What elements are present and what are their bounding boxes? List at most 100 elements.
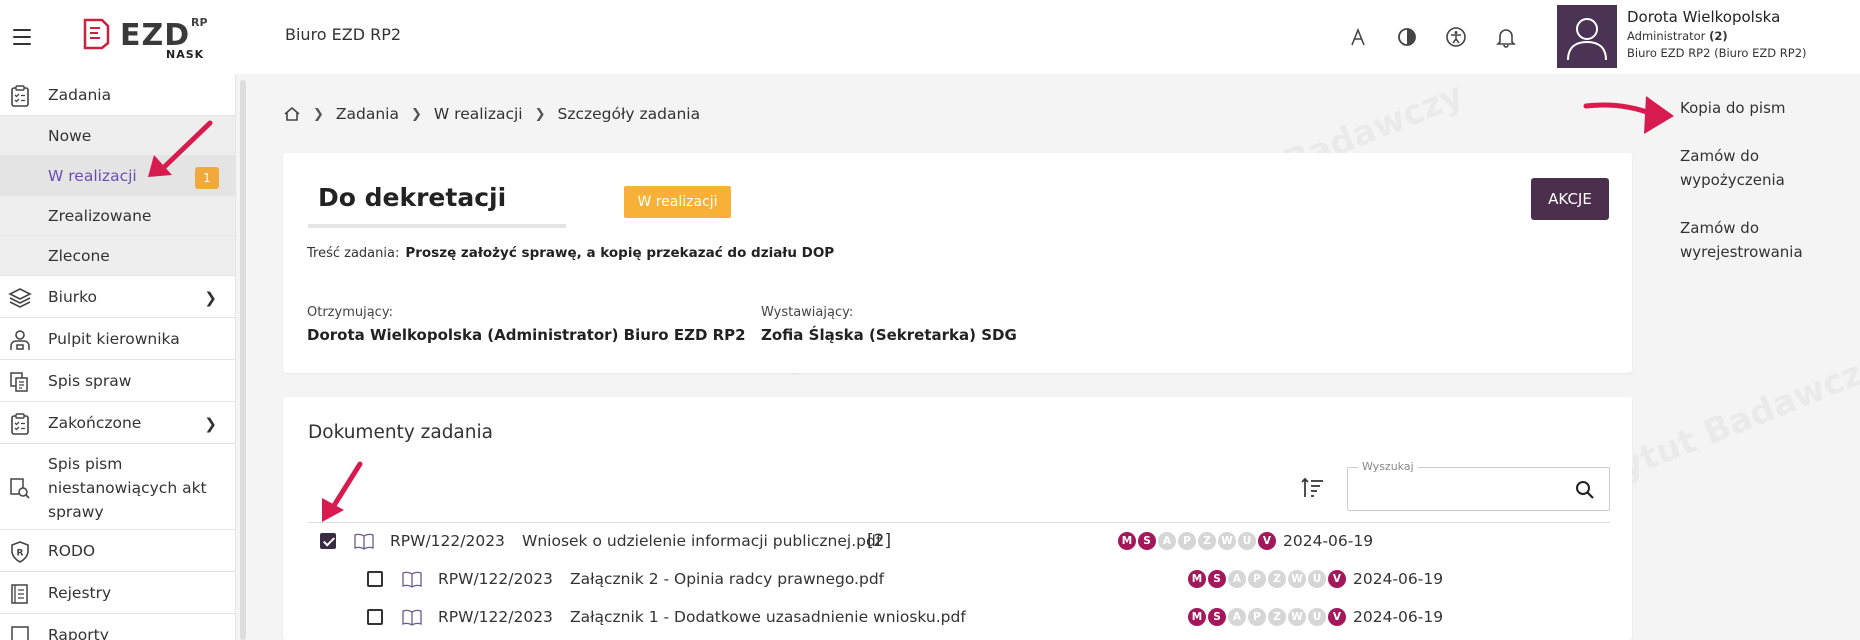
breadcrumb-zadania[interactable]: Zadania [336, 105, 399, 123]
layers-icon [8, 288, 32, 308]
search-input[interactable] [1356, 476, 1566, 502]
chevron-right-icon: ❯ [204, 415, 217, 433]
sidebar-subitem-w-realizacji[interactable]: W realizacji 1 [0, 156, 235, 196]
marker-m: M [1188, 608, 1206, 626]
row-checkbox[interactable] [367, 609, 383, 625]
marker-u: U [1238, 532, 1256, 550]
marker-s: S [1208, 608, 1226, 626]
document-count: [2] [867, 531, 892, 551]
row-checkbox[interactable] [367, 571, 383, 587]
hamburger-menu-icon[interactable] [10, 26, 34, 48]
sidebar-item-raporty[interactable]: Raporty [0, 614, 235, 640]
search-field[interactable]: Wyszukaj [1347, 460, 1610, 511]
marker-a: A [1228, 570, 1246, 588]
sidebar-item-label: Zadania [48, 85, 112, 104]
marker-u: U [1308, 570, 1326, 588]
document-search-icon [10, 478, 30, 499]
marker-v: V [1328, 570, 1346, 588]
marker-m: M [1188, 570, 1206, 588]
home-icon[interactable] [283, 105, 301, 123]
manager-icon [10, 330, 30, 350]
task-title: Do dekretacji [318, 183, 507, 212]
chevron-right-icon: ❯ [204, 289, 217, 307]
marker-a: A [1158, 532, 1176, 550]
document-row[interactable]: RPW/122/2023 Załącznik 2 - Opinia radcy … [283, 563, 1632, 595]
copy-to-letters-link[interactable]: Kopia do pism [1680, 96, 1850, 120]
breadcrumb: ❯ Zadania ❯ W realizacji ❯ Szczegóły zad… [283, 105, 700, 123]
document-signature: RPW/122/2023 [390, 532, 505, 550]
sidebar-item-rodo[interactable]: R RODO [0, 530, 235, 572]
document-name[interactable]: Załącznik 1 - Dodatkowe uzasadnienie wni… [570, 608, 966, 626]
recipient-value: Dorota Wielkopolska (Administrator) Biur… [307, 326, 746, 344]
document-row[interactable]: RPW/122/2023 Wniosek o udzielenie inform… [283, 525, 1632, 557]
user-office: Biuro EZD RP2 (Biuro EZD RP2) [1627, 46, 1807, 60]
bell-icon[interactable] [1493, 24, 1519, 50]
document-date: 2024-06-19 [1353, 608, 1444, 626]
top-header: EZD RP NASK Biuro EZD RP2 Dorota Wielkop… [0, 0, 1860, 74]
sidebar-item-rejestry[interactable]: Rejestry [0, 572, 235, 614]
user-menu[interactable]: Dorota Wielkopolska Administrator (2) Bi… [1557, 5, 1859, 68]
order-loan-link[interactable]: Zamów do wypożyczenia [1680, 144, 1850, 192]
sidebar-subitem-zrealizowane[interactable]: Zrealizowane [0, 196, 235, 236]
clipboard-icon [11, 85, 29, 107]
count-badge: 1 [195, 167, 219, 189]
document-date: 2024-06-19 [1353, 570, 1444, 588]
marker-u: U [1308, 608, 1326, 626]
document-row[interactable]: RPW/122/2023 Załącznik 1 - Dodatkowe uza… [283, 601, 1632, 633]
row-checkbox[interactable] [320, 533, 336, 549]
actions-button[interactable]: AKCJE [1531, 178, 1609, 220]
svg-text:R: R [17, 549, 24, 559]
issuer-value: Zofia Śląska (Sekretarka) SDG [761, 326, 1017, 344]
logo-rp: RP [191, 16, 208, 29]
sort-icon[interactable] [1300, 475, 1326, 501]
marker-a: A [1228, 608, 1246, 626]
sidebar: Zadania Nowe W realizacji 1 Zrealizowane… [0, 74, 236, 640]
logo-emblem-icon [83, 18, 110, 50]
sidebar-scrollbar[interactable] [240, 80, 246, 640]
document-name[interactable]: Załącznik 2 - Opinia radcy prawnego.pdf [570, 570, 884, 588]
document-signature: RPW/122/2023 [438, 608, 553, 626]
contrast-icon[interactable] [1394, 24, 1420, 50]
marker-m: M [1118, 532, 1136, 550]
marker-z: Z [1198, 532, 1216, 550]
accessibility-icon[interactable] [1443, 24, 1469, 50]
report-icon [11, 626, 29, 640]
marker-v: V [1328, 608, 1346, 626]
clipboard-check-icon [11, 413, 29, 435]
task-details-card: Do dekretacji W realizacji AKCJE Treść z… [283, 153, 1632, 373]
sidebar-item-spis-pism[interactable]: Spis pism niestanowiących akt sprawy [0, 444, 235, 530]
search-icon[interactable] [1575, 480, 1595, 500]
recipient-label: Otrzymujący: [307, 305, 393, 320]
sidebar-subitem-zlecone[interactable]: Zlecone [0, 236, 235, 276]
annotation-arrow-icon [1583, 96, 1674, 134]
sidebar-item-spis-spraw[interactable]: Spis spraw [0, 360, 235, 402]
logo-nask: NASK [166, 48, 205, 61]
book-icon[interactable] [401, 569, 423, 589]
avatar [1557, 5, 1617, 68]
document-date: 2024-06-19 [1283, 532, 1374, 550]
document-name[interactable]: Wniosek o udzielenie informacji publiczn… [522, 532, 881, 550]
status-badge: W realizacji [624, 186, 731, 218]
sidebar-item-biurko[interactable]: Biurko ❯ [0, 276, 235, 318]
sidebar-item-zadania[interactable]: Zadania [0, 74, 235, 116]
app-logo[interactable]: EZD RP NASK [78, 14, 214, 61]
documents-card: Dokumenty zadania Wyszukaj RPW/122/2023 … [283, 397, 1632, 640]
divider [308, 522, 1610, 523]
book-icon[interactable] [401, 607, 423, 627]
marker-w: W [1288, 570, 1306, 588]
order-deregistration-link[interactable]: Zamów do wyrejestrowania [1680, 216, 1850, 264]
search-label: Wyszukaj [1358, 460, 1418, 473]
marker-p: P [1248, 570, 1266, 588]
document-markers: M S A P Z W U V [1188, 608, 1346, 626]
marker-s: S [1138, 532, 1156, 550]
sidebar-item-pulpit[interactable]: Pulpit kierownika [0, 318, 235, 360]
marker-s: S [1208, 570, 1226, 588]
breadcrumb-w-realizacji[interactable]: W realizacji [434, 105, 523, 123]
user-role: Administrator (2) [1627, 29, 1728, 43]
documents-title: Dokumenty zadania [308, 422, 493, 443]
sidebar-subitem-nowe[interactable]: Nowe [0, 116, 235, 156]
marker-p: P [1178, 532, 1196, 550]
font-size-icon[interactable] [1345, 24, 1371, 50]
sidebar-item-zakonczone[interactable]: Zakończone ❯ [0, 402, 235, 444]
book-icon[interactable] [353, 531, 375, 551]
